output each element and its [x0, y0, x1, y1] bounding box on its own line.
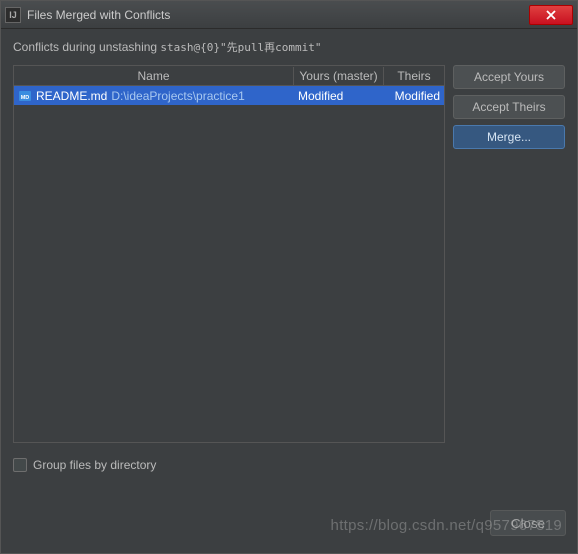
footer-row: Group files by directory	[13, 453, 565, 477]
titlebar: IJ Files Merged with Conflicts	[1, 1, 577, 29]
merge-button[interactable]: Merge...	[453, 125, 565, 149]
checkbox-label: Group files by directory	[33, 458, 156, 472]
dialog-footer: Close	[0, 500, 578, 546]
window-title: Files Merged with Conflicts	[27, 8, 529, 22]
action-buttons: Accept Yours Accept Theirs Merge...	[453, 65, 565, 443]
dialog-content: Conflicts during unstashing stash@{0}"先p…	[1, 29, 577, 485]
table-header: Name Yours (master) Theirs	[14, 66, 444, 86]
column-header-theirs[interactable]: Theirs	[384, 67, 444, 85]
cell-yours: Modified	[294, 89, 384, 103]
accept-yours-button[interactable]: Accept Yours	[453, 65, 565, 89]
cell-theirs: Modified	[384, 89, 444, 103]
close-icon	[545, 10, 557, 20]
close-button[interactable]: Close	[490, 510, 566, 536]
filepath: D:\ideaProjects\practice1	[111, 89, 244, 103]
table-body: MD README.md D:\ideaProjects\practice1 M…	[14, 86, 444, 442]
filename: README.md	[36, 89, 107, 103]
markdown-file-icon: MD	[18, 89, 32, 103]
conflicts-subtitle: Conflicts during unstashing stash@{0}"先p…	[13, 39, 565, 55]
checkbox-box	[13, 458, 27, 472]
app-icon: IJ	[5, 7, 21, 23]
group-by-directory-checkbox[interactable]: Group files by directory	[13, 458, 156, 472]
column-header-name[interactable]: Name	[14, 67, 294, 85]
column-header-yours[interactable]: Yours (master)	[294, 67, 384, 85]
stash-reference: stash@{0}"先pull再commit"	[160, 41, 321, 54]
cell-name: MD README.md D:\ideaProjects\practice1	[14, 89, 294, 103]
window-close-button[interactable]	[529, 5, 573, 25]
table-row[interactable]: MD README.md D:\ideaProjects\practice1 M…	[14, 86, 444, 105]
subtitle-prefix: Conflicts during unstashing	[13, 40, 160, 54]
accept-theirs-button[interactable]: Accept Theirs	[453, 95, 565, 119]
svg-text:MD: MD	[21, 95, 30, 101]
conflicts-table: Name Yours (master) Theirs MD README.md	[13, 65, 445, 443]
